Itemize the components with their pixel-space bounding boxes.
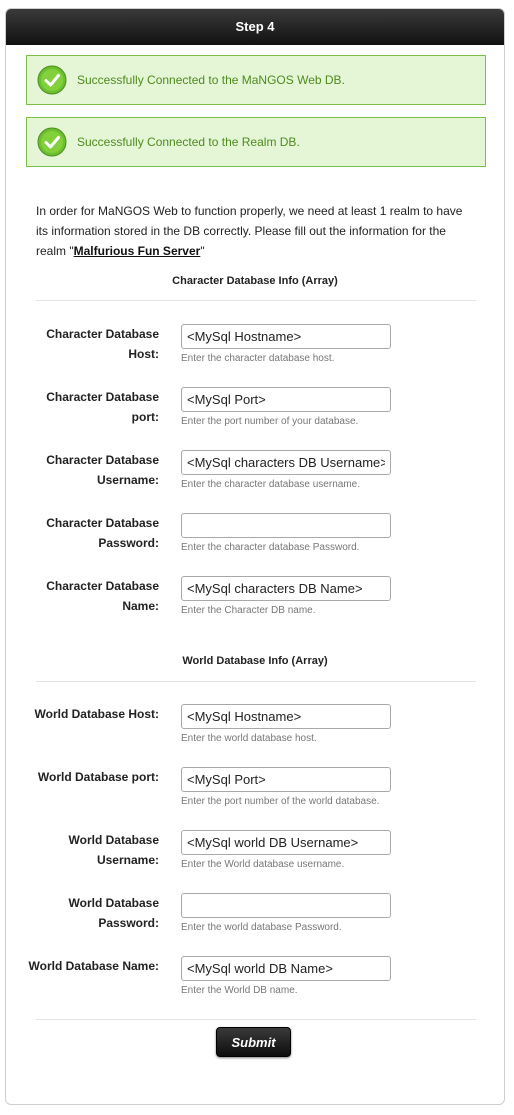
realm-name-link[interactable]: Malfurious Fun Server (74, 244, 201, 258)
field-label: World Database port: (37, 770, 159, 784)
world-db-password-row: World Database Password: Enter the world… (6, 893, 504, 953)
character-db-name-input[interactable] (181, 576, 391, 601)
character-db-port-input[interactable] (181, 387, 391, 412)
step-title: Step 4 (6, 9, 504, 45)
field-label: Character Database Host: (46, 327, 159, 361)
field-label: World Database Password: (68, 896, 159, 930)
world-db-name-row: World Database Name: Enter the World DB … (6, 956, 504, 1016)
world-db-name-input[interactable] (181, 956, 391, 981)
field-hint: Enter the World database username. (181, 859, 345, 870)
field-hint: Enter the character database username. (181, 479, 360, 490)
field-label: Character Database Password: (46, 516, 159, 550)
intro-text: In order for MaNGOS Web to function prop… (36, 201, 476, 261)
character-db-name-row: Character Database Name: Enter the Chara… (6, 576, 504, 636)
success-alert-web-db: Successfully Connected to the MaNGOS Web… (26, 55, 486, 105)
check-circle-icon (37, 127, 67, 157)
world-db-section-title: World Database Info (Array) (182, 655, 328, 667)
character-db-host-input[interactable] (181, 324, 391, 349)
world-db-host-input[interactable] (181, 704, 391, 729)
success-alert-realm-db: Successfully Connected to the Realm DB. (26, 117, 486, 167)
field-label: Character Database Username: (46, 453, 159, 487)
field-hint: Enter the World DB name. (181, 985, 298, 996)
world-db-port-row: World Database port: Enter the port numb… (6, 767, 504, 827)
field-hint: Enter the port number of the world datab… (181, 796, 380, 807)
field-hint: Enter the character database host. (181, 353, 335, 364)
field-hint: Enter the port number of your database. (181, 416, 359, 427)
field-label: World Database Name: (28, 959, 159, 973)
divider (36, 1019, 476, 1020)
check-circle-icon (37, 65, 67, 95)
alert-message: Successfully Connected to the Realm DB. (77, 135, 300, 149)
character-db-password-row: Character Database Password: Enter the c… (6, 513, 504, 573)
world-db-username-input[interactable] (181, 830, 391, 855)
alert-message: Successfully Connected to the MaNGOS Web… (77, 73, 345, 87)
field-label: World Database Host: (34, 707, 159, 721)
character-db-username-row: Character Database Username: Enter the c… (6, 450, 504, 510)
world-db-host-row: World Database Host: Enter the world dat… (6, 704, 504, 764)
world-db-password-input[interactable] (181, 893, 391, 918)
field-label: Character Database port: (46, 390, 159, 424)
submit-button[interactable]: Submit (216, 1027, 291, 1057)
field-label: Character Database Name: (46, 579, 159, 613)
field-hint: Enter the world database host. (181, 733, 317, 744)
divider (36, 681, 476, 682)
divider (36, 300, 476, 301)
character-db-host-row: Character Database Host: Enter the chara… (6, 324, 504, 384)
character-db-username-input[interactable] (181, 450, 391, 475)
field-hint: Enter the character database Password. (181, 542, 360, 553)
character-db-port-row: Character Database port: Enter the port … (6, 387, 504, 447)
character-db-password-input[interactable] (181, 513, 391, 538)
world-db-port-input[interactable] (181, 767, 391, 792)
intro-text-after: " (200, 244, 205, 258)
field-hint: Enter the world database Password. (181, 922, 342, 933)
install-panel: Step 4 Successfully Connected to the MaN… (5, 8, 505, 1105)
field-label: World Database Username: (68, 833, 159, 867)
world-db-username-row: World Database Username: Enter the World… (6, 830, 504, 890)
character-db-section-title: Character Database Info (Array) (172, 275, 338, 287)
field-hint: Enter the Character DB name. (181, 605, 316, 616)
